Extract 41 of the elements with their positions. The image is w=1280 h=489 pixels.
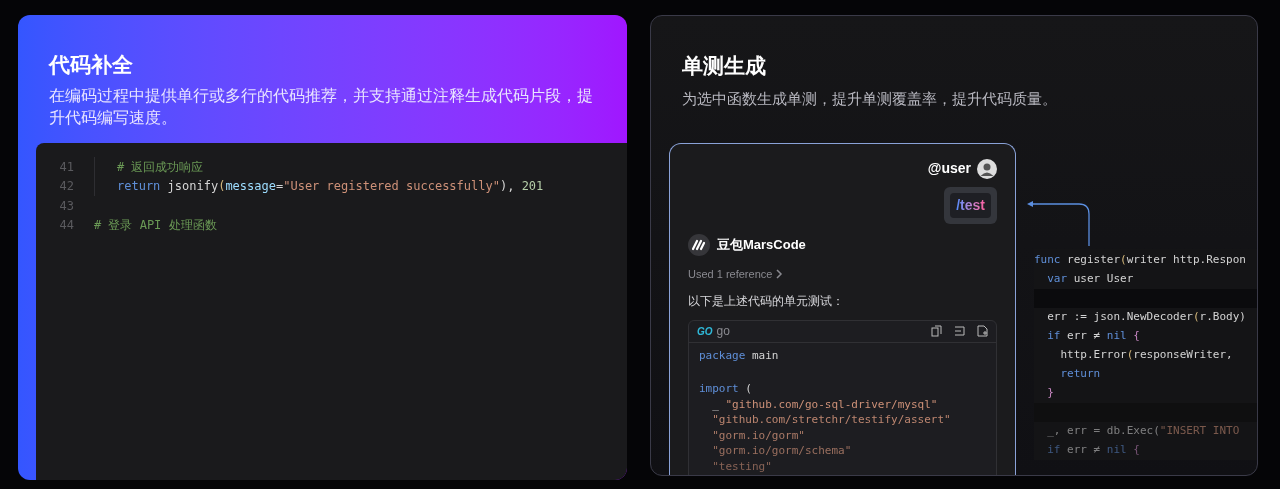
code-line: import ( bbox=[699, 381, 752, 397]
code-line: http.Error(responseWriter, bbox=[1059, 347, 1233, 364]
user-name: @user bbox=[927, 159, 971, 178]
logo-icon bbox=[688, 234, 710, 256]
code-line: _, err = db.Exec("INSERT INTO bbox=[1046, 423, 1240, 440]
command-chip: /test bbox=[950, 193, 991, 218]
line-number: 43 bbox=[58, 197, 74, 215]
code-line: return bbox=[1059, 366, 1101, 383]
avatar-icon bbox=[977, 158, 997, 179]
code-line: "gorm.io/gorm" bbox=[711, 427, 805, 444]
code-line: "testing" bbox=[711, 458, 772, 475]
line-number: 42 bbox=[58, 178, 74, 196]
code-line: if err ≠ nil { bbox=[1046, 442, 1140, 459]
code-line: package main bbox=[699, 348, 779, 364]
card-title: 代码补全 bbox=[49, 52, 134, 78]
reference-link[interactable]: Used 1 reference bbox=[688, 266, 773, 283]
chat-message: 以下是上述代码的单元测试： bbox=[688, 292, 845, 310]
code-line: var user User bbox=[1046, 271, 1134, 288]
file-icon[interactable] bbox=[977, 325, 988, 337]
language-label: go bbox=[716, 323, 730, 340]
code-line: if err ≠ nil { bbox=[1046, 328, 1140, 345]
code-line: "github.com/stretchr/testify/assert" bbox=[711, 412, 951, 428]
card-description: 为选中函数生成单测，提升单测覆盖率，提升代码质量。 bbox=[682, 88, 1058, 109]
card-title: 单测生成 bbox=[682, 53, 767, 79]
line-number: 41 bbox=[58, 158, 74, 176]
code-line: return jsonify(message="User registered successfully"), 201 bbox=[117, 178, 544, 196]
assistant-name: 豆包MarsCode bbox=[717, 236, 806, 255]
card-description: 在编码过程中提供单行或多行的代码推荐，并支持通过注释生成代码片段，提升代码编写速度。 bbox=[49, 85, 594, 128]
chevron-icon bbox=[775, 269, 784, 280]
code-line: func register(writer http.Respon bbox=[1034, 252, 1246, 269]
code-line: err := json.NewDecoder(r.Body) bbox=[1046, 309, 1246, 326]
copy-icon[interactable] bbox=[931, 325, 942, 337]
code-line: # 登录 API 处理函数 bbox=[94, 217, 217, 235]
connector-arrow bbox=[1026, 200, 1091, 248]
code-line: _ "github.com/go-sql-driver/mysql" bbox=[711, 396, 938, 413]
wrap-icon[interactable] bbox=[954, 325, 965, 337]
language-logo: GO bbox=[697, 324, 713, 339]
code-line: "gorm.io/gorm/schema" bbox=[711, 443, 852, 459]
code-line: } bbox=[1046, 385, 1054, 402]
line-number: 44 bbox=[58, 217, 74, 235]
code-line: # 返回成功响应 bbox=[117, 158, 204, 176]
